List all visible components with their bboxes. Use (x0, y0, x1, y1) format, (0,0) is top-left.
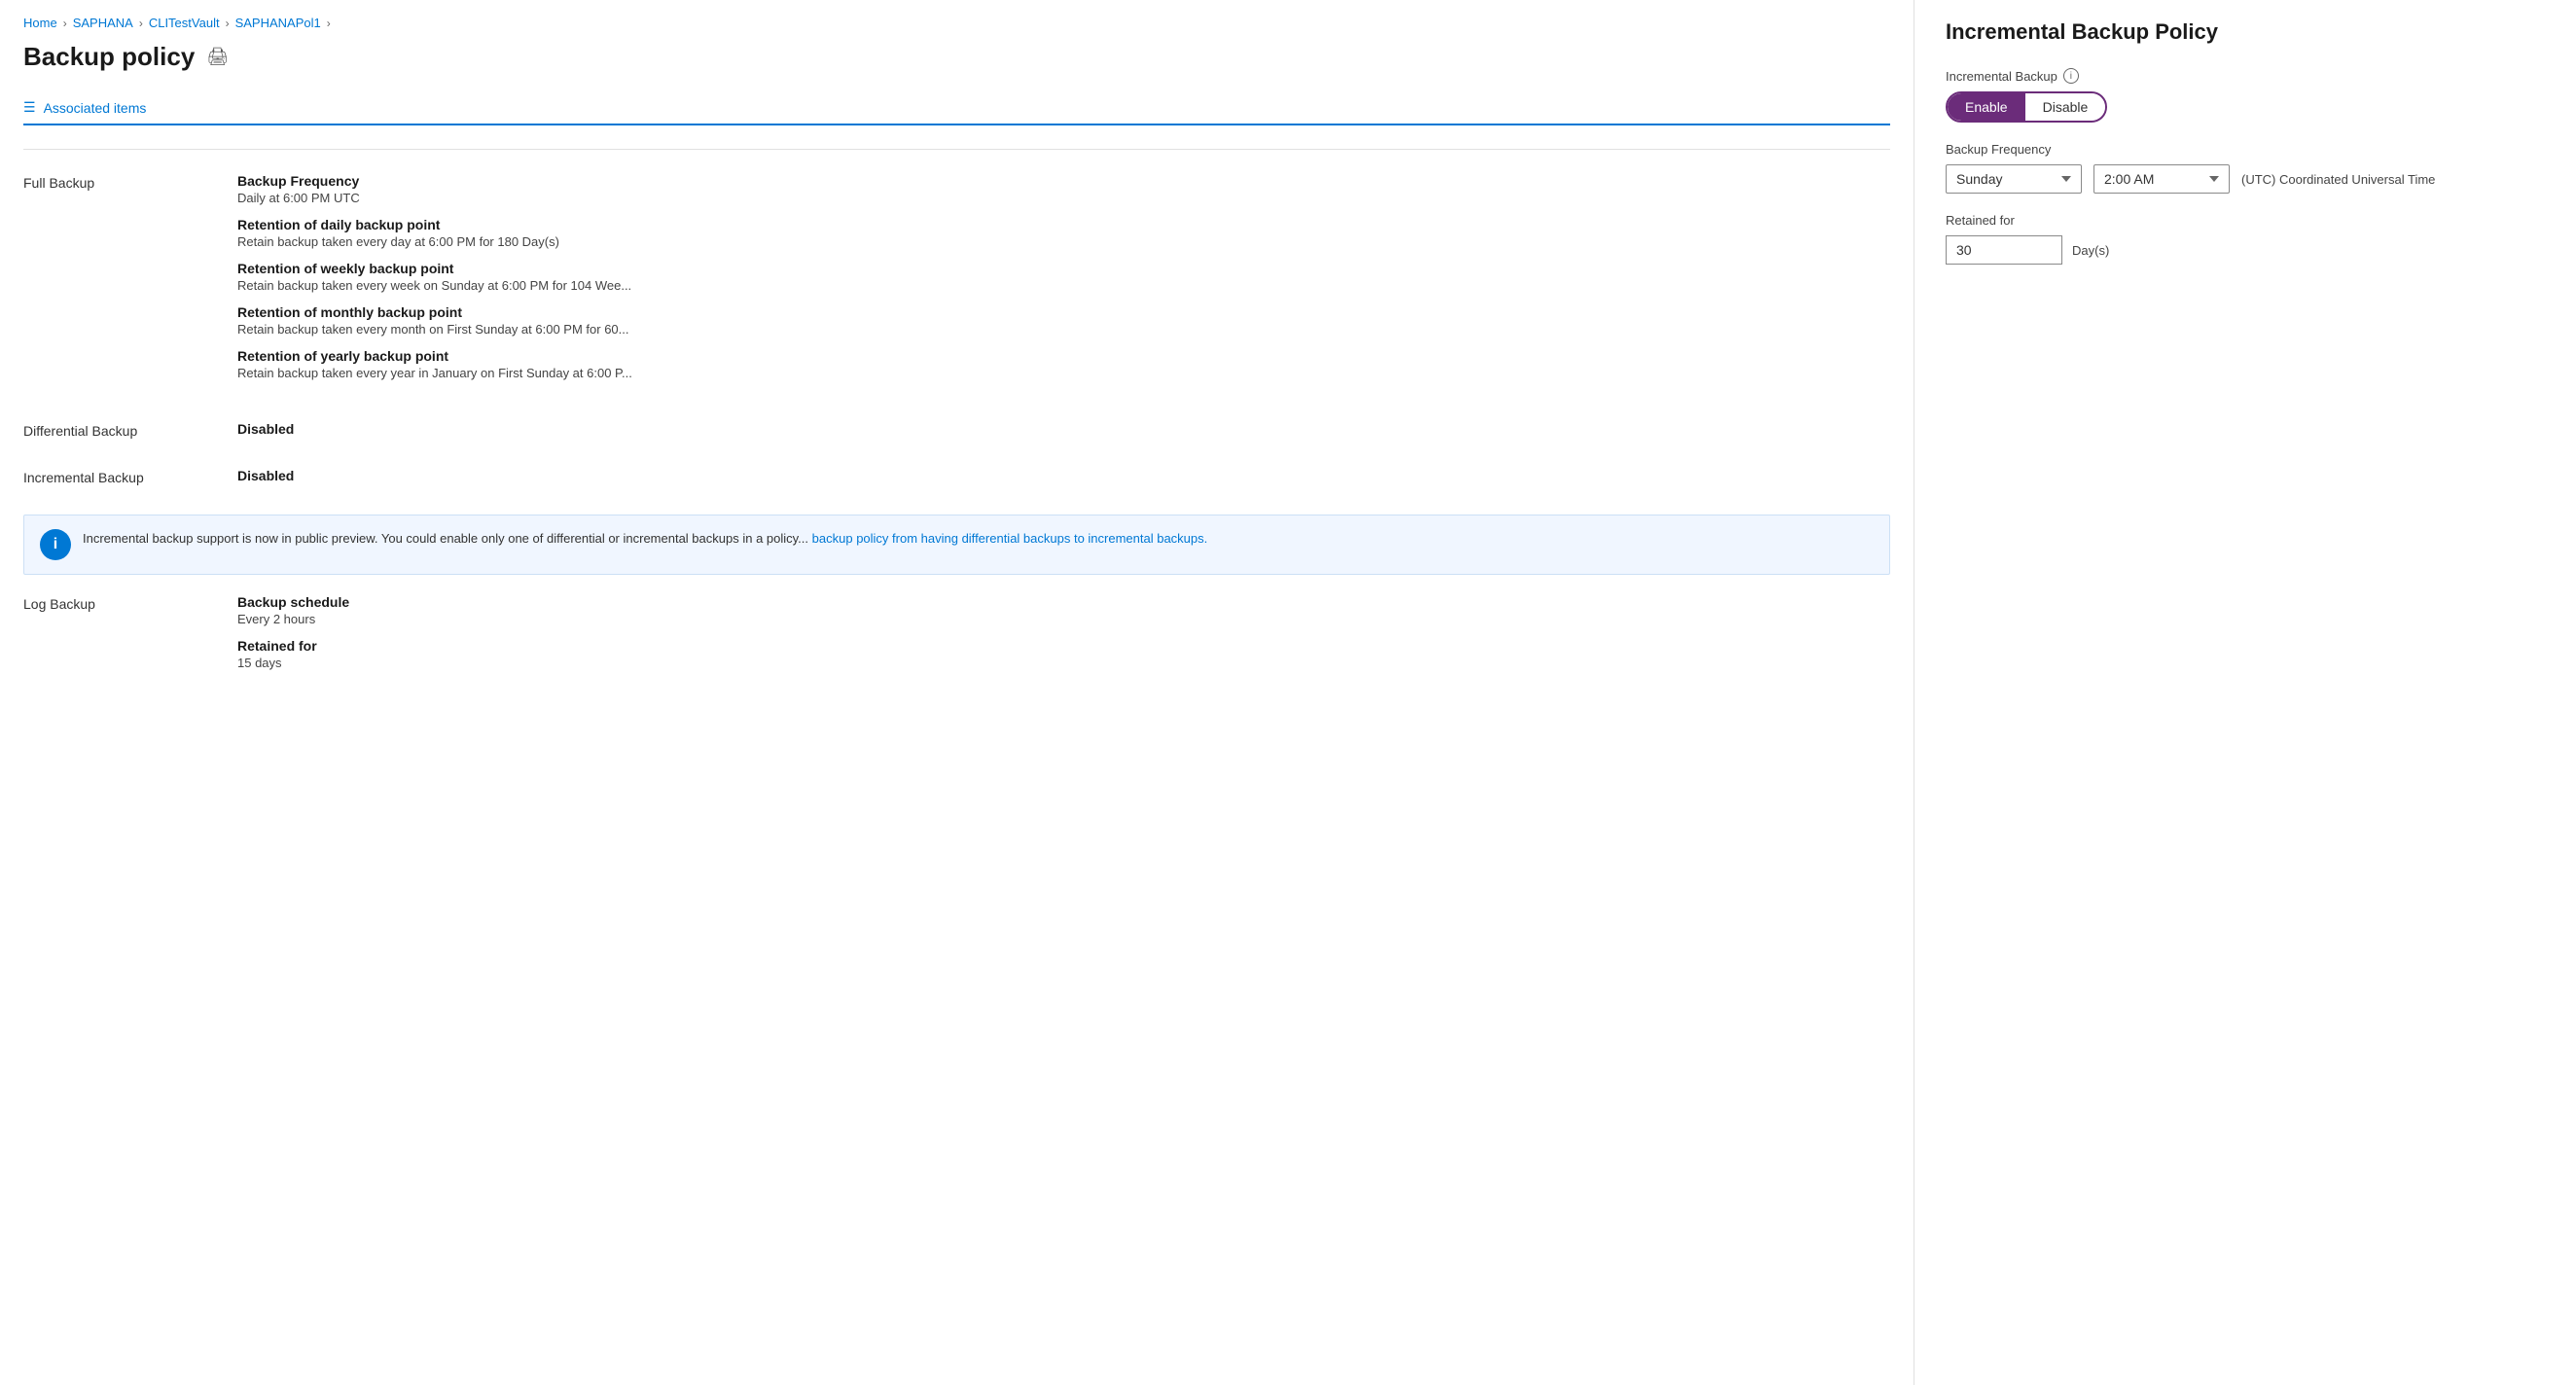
info-banner-main-text: Incremental backup support is now in pub… (83, 531, 808, 546)
associated-items-tab[interactable]: ☰ Associated items (23, 91, 1890, 125)
log-backup-content: Backup schedule Every 2 hours Retained f… (237, 594, 1890, 682)
retained-row: Day(s) (1946, 235, 2545, 265)
log-backup-section: Log Backup Backup schedule Every 2 hours… (23, 594, 1890, 682)
right-panel: Incremental Backup Policy Incremental Ba… (1914, 0, 2576, 1385)
menu-icon: ☰ (23, 99, 36, 116)
full-backup-monthly-retention-block: Retention of monthly backup point Retain… (237, 304, 1890, 337)
disable-button[interactable]: Disable (2025, 93, 2106, 121)
full-backup-weekly-retention-title: Retention of weekly backup point (237, 261, 1890, 276)
full-backup-daily-retention-value: Retain backup taken every day at 6:00 PM… (237, 234, 1890, 249)
full-backup-yearly-retention-block: Retention of yearly backup point Retain … (237, 348, 1890, 380)
retained-for-group: Retained for Day(s) (1946, 213, 2545, 265)
log-backup-retained-value: 15 days (237, 656, 1890, 670)
divider-top (23, 149, 1890, 150)
info-banner-link[interactable]: backup policy from having differential b… (812, 531, 1208, 546)
backup-frequency-label: Backup Frequency (1946, 142, 2545, 157)
log-backup-schedule-value: Every 2 hours (237, 612, 1890, 626)
full-backup-label: Full Backup (23, 173, 237, 392)
full-backup-frequency-block: Backup Frequency Daily at 6:00 PM UTC (237, 173, 1890, 205)
full-backup-yearly-retention-value: Retain backup taken every year in Januar… (237, 366, 1890, 380)
differential-backup-label: Differential Backup (23, 421, 237, 439)
incremental-backup-disabled: Disabled (237, 468, 1890, 483)
info-banner-text: Incremental backup support is now in pub… (83, 529, 1207, 549)
time-select[interactable]: 12:00 AM 1:00 AM 2:00 AM 3:00 AM 4:00 AM… (2093, 164, 2230, 194)
log-backup-schedule-block: Backup schedule Every 2 hours (237, 594, 1890, 626)
print-icon[interactable]: 🖨 (206, 47, 229, 67)
breadcrumb-policy[interactable]: SAPHANAPol1 (235, 16, 321, 30)
full-backup-weekly-retention-block: Retention of weekly backup point Retain … (237, 261, 1890, 293)
full-backup-daily-retention-block: Retention of daily backup point Retain b… (237, 217, 1890, 249)
incremental-backup-field-label: Incremental Backup i (1946, 68, 2545, 84)
breadcrumb-home[interactable]: Home (23, 16, 57, 30)
frequency-row: Sunday Monday Tuesday Wednesday Thursday… (1946, 164, 2545, 194)
incremental-backup-info-icon[interactable]: i (2063, 68, 2079, 84)
differential-backup-section: Differential Backup Disabled (23, 421, 1890, 439)
log-backup-retained-title: Retained for (237, 638, 1890, 654)
incremental-backup-toggle-group: Incremental Backup i Enable Disable (1946, 68, 2545, 123)
log-backup-label: Log Backup (23, 594, 237, 682)
retained-for-label-text: Retained for (1946, 213, 2015, 228)
breadcrumb-sep-2: › (139, 17, 143, 30)
full-backup-monthly-retention-value: Retain backup taken every month on First… (237, 322, 1890, 337)
incremental-backup-field-label-text: Incremental Backup (1946, 69, 2057, 84)
backup-frequency-label-text: Backup Frequency (1946, 142, 2051, 157)
full-backup-frequency-value: Daily at 6:00 PM UTC (237, 191, 1890, 205)
incremental-backup-label: Incremental Backup (23, 468, 237, 485)
breadcrumb-sep-1: › (63, 17, 67, 30)
full-backup-content: Backup Frequency Daily at 6:00 PM UTC Re… (237, 173, 1890, 392)
enable-button[interactable]: Enable (1948, 93, 2025, 121)
log-backup-schedule-title: Backup schedule (237, 594, 1890, 610)
log-backup-retained-block: Retained for 15 days (237, 638, 1890, 670)
breadcrumb-sep-4: › (327, 17, 331, 30)
page-title: Backup policy (23, 42, 195, 72)
differential-backup-content: Disabled (237, 421, 1890, 439)
timezone-text: (UTC) Coordinated Universal Time (2241, 172, 2435, 187)
breadcrumb: Home › SAPHANA › CLITestVault › SAPHANAP… (23, 16, 1890, 30)
right-panel-title: Incremental Backup Policy (1946, 19, 2545, 45)
associated-items-label: Associated items (44, 100, 147, 116)
days-unit-label: Day(s) (2072, 243, 2109, 258)
enable-disable-toggle[interactable]: Enable Disable (1946, 91, 2107, 123)
breadcrumb-sep-3: › (226, 17, 230, 30)
full-backup-weekly-retention-value: Retain backup taken every week on Sunday… (237, 278, 1890, 293)
breadcrumb-vault[interactable]: CLITestVault (149, 16, 220, 30)
full-backup-frequency-title: Backup Frequency (237, 173, 1890, 189)
info-icon: i (40, 529, 71, 560)
breadcrumb-saphana[interactable]: SAPHANA (73, 16, 133, 30)
full-backup-monthly-retention-title: Retention of monthly backup point (237, 304, 1890, 320)
full-backup-daily-retention-title: Retention of daily backup point (237, 217, 1890, 232)
left-panel: Home › SAPHANA › CLITestVault › SAPHANAP… (0, 0, 1914, 1385)
incremental-backup-section: Incremental Backup Disabled (23, 468, 1890, 485)
incremental-backup-content: Disabled (237, 468, 1890, 485)
retained-days-input[interactable] (1946, 235, 2062, 265)
full-backup-section: Full Backup Backup Frequency Daily at 6:… (23, 173, 1890, 392)
info-banner: i Incremental backup support is now in p… (23, 515, 1890, 575)
backup-frequency-group: Backup Frequency Sunday Monday Tuesday W… (1946, 142, 2545, 194)
page-title-row: Backup policy 🖨 (23, 42, 1890, 72)
differential-backup-disabled: Disabled (237, 421, 1890, 437)
retained-for-label: Retained for (1946, 213, 2545, 228)
day-select[interactable]: Sunday Monday Tuesday Wednesday Thursday… (1946, 164, 2082, 194)
full-backup-yearly-retention-title: Retention of yearly backup point (237, 348, 1890, 364)
